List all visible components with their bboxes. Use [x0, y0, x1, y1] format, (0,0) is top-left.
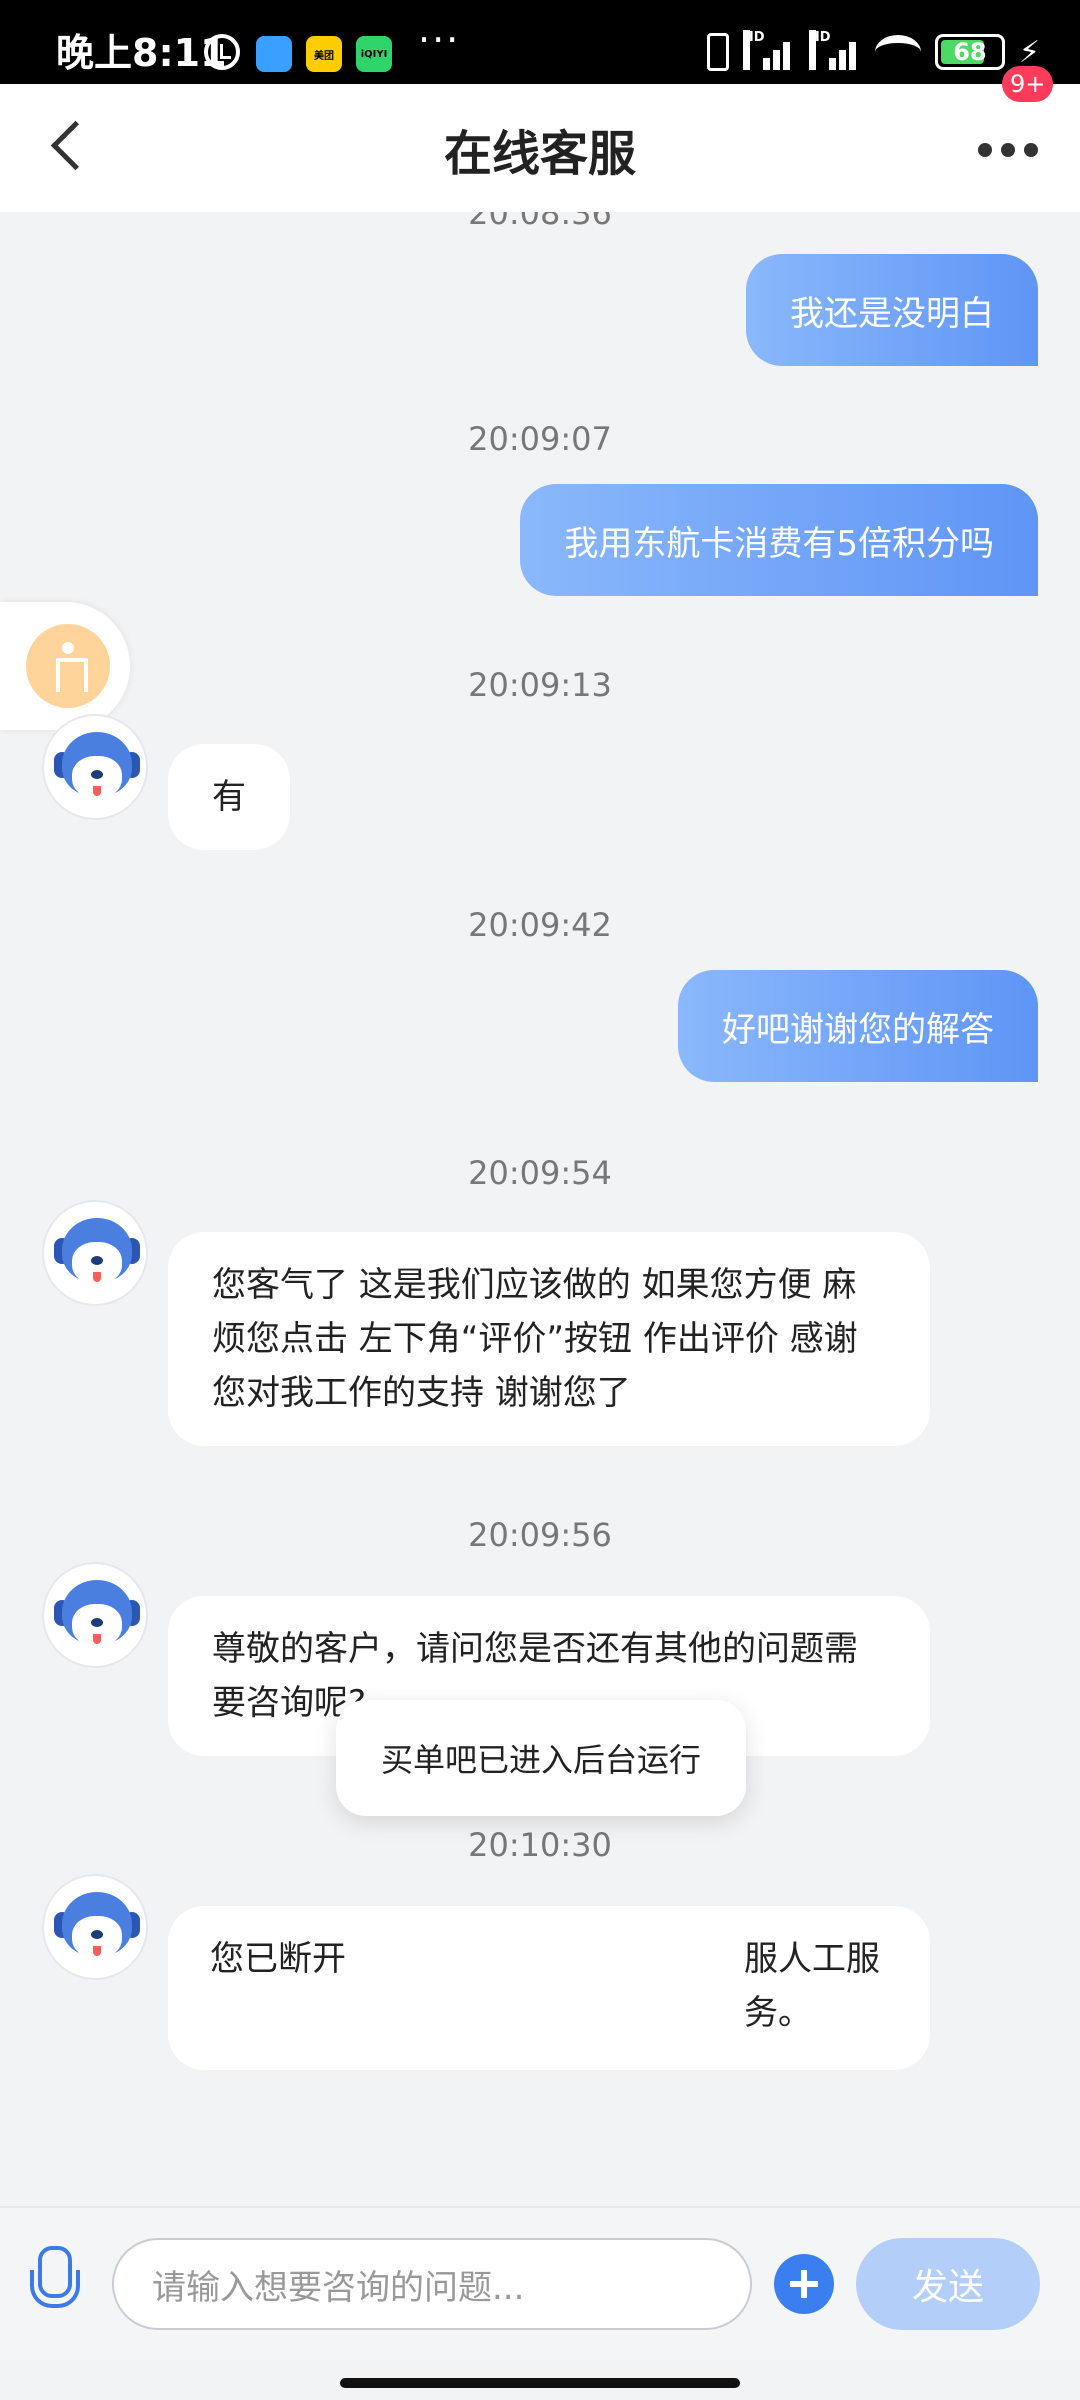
battery-level: 68: [953, 38, 987, 66]
alarm-icon: [204, 34, 240, 70]
app-header: 在线客服: [0, 84, 1080, 212]
timestamp: 20:09:54: [468, 1154, 612, 1192]
charging-icon: ⚡: [1018, 34, 1040, 70]
signal-icon: HD: [742, 30, 795, 70]
iqiyi-icon: iQIYI: [356, 36, 392, 72]
chat-area[interactable]: 20:08:36 我还是没明白 20:09:07 我用东航卡消费有5倍积分吗 2…: [0, 212, 1080, 2206]
status-time: 晚上8:11: [56, 31, 227, 75]
status-icons: HD HD 68 ⚡: [706, 30, 1040, 74]
bluetooth-icon: [706, 33, 729, 71]
timestamp: 20:09:56: [468, 1516, 612, 1554]
more-notifications-icon: ···: [418, 18, 461, 62]
timestamp: 20:09:07: [468, 420, 612, 458]
signal-icon-2: HD: [808, 30, 861, 70]
more-options-icon[interactable]: [978, 140, 1038, 160]
input-bar: 请输入想要咨询的问题... 发送: [0, 2206, 1080, 2360]
timestamp: 20:09:42: [468, 906, 612, 944]
agent-avatar: [42, 1874, 148, 1980]
microphone-icon[interactable]: [24, 2246, 80, 2324]
wifi-icon: [874, 35, 921, 69]
meituan-icon: 美团: [306, 36, 342, 72]
signal-hd-label-2: HD: [808, 30, 831, 70]
battery-icon: 68: [934, 34, 1005, 70]
toast-message: 买单吧已进入后台运行: [336, 1700, 746, 1816]
send-button[interactable]: 发送: [856, 2238, 1040, 2330]
wallet-icon: [256, 36, 292, 72]
notification-badge: 9+: [1002, 66, 1054, 102]
signal-hd-label: HD: [742, 30, 765, 70]
incoming-message[interactable]: 有: [168, 744, 290, 850]
outgoing-message[interactable]: 好吧谢谢您的解答: [678, 970, 1038, 1082]
timestamp: 20:08:36: [468, 212, 612, 232]
incoming-message[interactable]: 您客气了 这是我们应该做的 如果您方便 麻烦您点击 左下角“评价”按钮 作出评价…: [168, 1232, 930, 1446]
incoming-message[interactable]: 您已断开 服人工服务。: [168, 1906, 930, 2070]
plus-icon[interactable]: [774, 2254, 834, 2314]
status-bar: 晚上8:11 美团 iQIYI ··· HD HD 68 ⚡: [0, 0, 1080, 84]
timestamp: 20:10:30: [468, 1826, 612, 1864]
home-indicator[interactable]: [340, 2378, 740, 2388]
agent-avatar: [42, 714, 148, 820]
page-title: 在线客服: [443, 126, 636, 182]
outgoing-message[interactable]: 我用东航卡消费有5倍积分吗: [520, 484, 1038, 596]
message-fragment-left: 您已断开: [210, 1939, 346, 1979]
outgoing-message[interactable]: 我还是没明白: [746, 254, 1038, 366]
message-fragment-right: 服人工服务。: [744, 1939, 880, 2033]
agent-avatar: [42, 1200, 148, 1306]
question-input[interactable]: 请输入想要咨询的问题...: [112, 2238, 752, 2330]
timestamp: 20:09:13: [468, 666, 612, 704]
agent-avatar: [42, 1562, 148, 1668]
